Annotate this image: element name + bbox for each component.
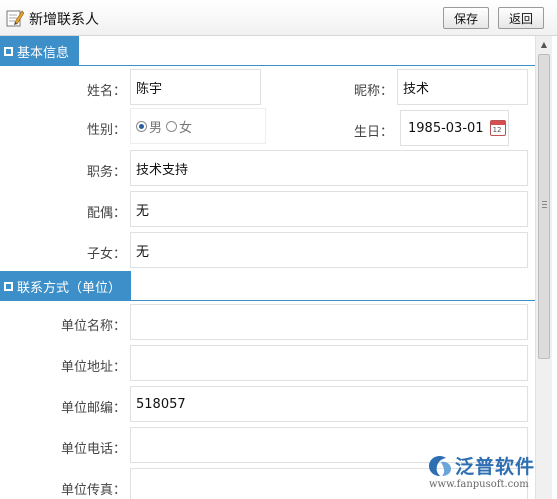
- company-name-label: 单位名称：: [60, 319, 126, 334]
- scroll-up-icon[interactable]: ▲: [536, 36, 552, 52]
- title-bar: 新增联系人 保存 返回: [0, 0, 557, 36]
- grip-icon: [542, 201, 547, 208]
- company-address-label: 单位地址：: [60, 360, 126, 375]
- watermark-url: www.fanpusoft.com: [429, 479, 529, 490]
- vertical-scrollbar[interactable]: ▲: [535, 36, 552, 499]
- gender-label: 性别：: [86, 123, 126, 138]
- name-field[interactable]: 陈宇: [130, 69, 261, 105]
- section-contact-tab[interactable]: 联系方式（单位）: [0, 271, 131, 301]
- spouse-label: 配偶：: [86, 206, 126, 221]
- window-title: 新增联系人: [29, 12, 99, 28]
- save-button[interactable]: 保存: [443, 7, 489, 29]
- gender-male-radio[interactable]: [136, 120, 147, 132]
- birthday-label: 生日：: [353, 125, 393, 140]
- position-field[interactable]: 技术支持: [130, 150, 528, 186]
- children-label: 子女：: [86, 247, 126, 262]
- company-address-field[interactable]: [130, 345, 528, 381]
- fanpu-logo-icon: [429, 456, 451, 476]
- nickname-label: 昵称：: [353, 84, 393, 99]
- section-basic-title: 基本信息: [17, 45, 70, 61]
- collapse-box-icon: [4, 46, 13, 56]
- postcode-label: 单位邮编：: [60, 401, 126, 416]
- section-basic-header[interactable]: 基本信息: [0, 36, 535, 66]
- birthday-value: 1985-03-01: [408, 120, 484, 136]
- fax-label: 单位传真：: [60, 483, 126, 498]
- children-field[interactable]: 无: [130, 232, 528, 268]
- section-basic-tab[interactable]: 基本信息: [0, 36, 79, 66]
- watermark: 泛普软件 www.fanpusoft.com: [425, 452, 555, 496]
- section-contact-title: 联系方式（单位）: [17, 280, 122, 296]
- form-content: 基本信息 姓名： 陈宇 昵称： 技术 性别： 男 女 生日： 1985-03-0…: [0, 36, 535, 499]
- company-name-field[interactable]: [130, 304, 528, 340]
- phone-label: 单位电话：: [60, 442, 126, 457]
- section-divider: [0, 65, 535, 66]
- back-button[interactable]: 返回: [498, 7, 544, 29]
- collapse-box-icon: [4, 281, 13, 291]
- gender-male-label[interactable]: 男: [149, 117, 162, 136]
- spouse-field[interactable]: 无: [130, 191, 528, 227]
- scrollbar-thumb[interactable]: [538, 54, 550, 359]
- gender-female-label[interactable]: 女: [179, 117, 192, 136]
- section-divider: [0, 300, 535, 301]
- name-label: 姓名：: [86, 84, 126, 99]
- position-label: 职务：: [86, 165, 126, 180]
- notepad-pencil-icon: [6, 10, 24, 27]
- calendar-icon[interactable]: [489, 120, 506, 136]
- birthday-field[interactable]: 1985-03-01: [400, 110, 509, 146]
- postcode-field[interactable]: 518057: [130, 386, 528, 422]
- gender-female-radio[interactable]: [166, 120, 178, 132]
- watermark-brand: 泛普软件: [455, 456, 536, 478]
- nickname-field[interactable]: 技术: [397, 69, 528, 105]
- section-contact-header[interactable]: 联系方式（单位）: [0, 271, 535, 301]
- gender-field: 男 女: [130, 108, 266, 144]
